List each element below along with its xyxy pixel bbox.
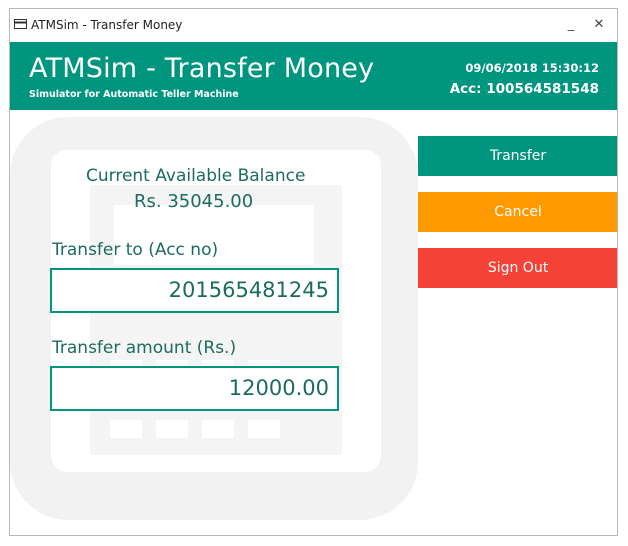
title-bar[interactable]: ATMSim - Transfer Money _ ✕	[10, 9, 617, 42]
balance-value: Rs. 35045.00	[134, 191, 254, 212]
transfer-to-input[interactable]: 201565481245	[50, 268, 339, 313]
window-title: ATMSim - Transfer Money	[31, 18, 183, 32]
sign-out-button[interactable]: Sign Out	[418, 248, 617, 288]
datetime-label: 09/06/2018 15:30:12	[465, 61, 599, 75]
transfer-to-label: Transfer to (Acc no)	[52, 240, 219, 260]
account-label: Acc: 100564581548	[449, 81, 599, 97]
transfer-amount-label: Transfer amount (Rs.)	[52, 338, 237, 358]
close-button[interactable]: ✕	[587, 14, 611, 36]
card-icon	[14, 19, 27, 29]
balance-label: Current Available Balance	[86, 166, 306, 186]
transfer-amount-input[interactable]: 12000.00	[50, 366, 339, 411]
minimize-button[interactable]: _	[559, 14, 583, 36]
cancel-button[interactable]: Cancel	[418, 192, 617, 232]
transfer-button[interactable]: Transfer	[418, 136, 617, 176]
page-title: ATMSim - Transfer Money	[29, 53, 375, 84]
app-header: ATMSim - Transfer Money Simulator for Au…	[10, 42, 617, 110]
page-subtitle: Simulator for Automatic Teller Machine	[29, 89, 239, 100]
app-window: ATMSim - Transfer Money _ ✕ ATMSim - Tra…	[9, 8, 618, 536]
